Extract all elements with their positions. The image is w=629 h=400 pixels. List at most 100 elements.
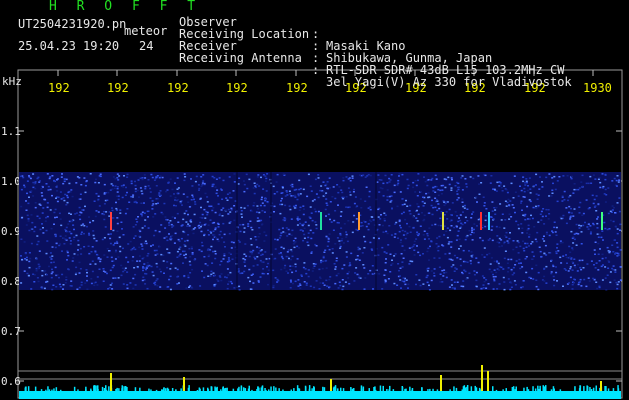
noise-speck bbox=[112, 244, 115, 246]
noise-speck bbox=[73, 228, 75, 231]
noise-speck bbox=[228, 222, 231, 224]
noise-speck bbox=[62, 182, 65, 185]
noise-speck bbox=[109, 242, 112, 245]
noise-speck bbox=[581, 259, 584, 262]
noise-speck bbox=[318, 268, 321, 271]
noise-speck bbox=[358, 259, 361, 261]
noise-speck bbox=[41, 287, 44, 289]
noise-speck bbox=[207, 224, 210, 226]
noise-speck bbox=[452, 264, 455, 266]
noise-speck bbox=[396, 184, 399, 186]
noise-speck bbox=[338, 240, 341, 242]
noise-speck bbox=[347, 187, 350, 189]
noise-speck bbox=[335, 257, 338, 259]
noise-speck bbox=[59, 243, 62, 245]
noise-speck bbox=[408, 247, 411, 249]
noise-speck bbox=[343, 264, 346, 266]
noise-speck bbox=[556, 180, 559, 182]
noise-speck bbox=[499, 182, 502, 184]
noise-speck bbox=[483, 277, 486, 279]
noise-speck bbox=[384, 262, 387, 264]
noise-speck bbox=[498, 226, 501, 229]
noise-speck bbox=[462, 249, 465, 252]
noise-speck bbox=[615, 281, 618, 284]
noise-speck bbox=[30, 190, 33, 192]
noise-speck bbox=[572, 281, 575, 284]
noise-speck bbox=[279, 203, 282, 206]
noise-speck bbox=[303, 233, 306, 236]
noise-speck bbox=[44, 198, 47, 201]
noise-speck bbox=[399, 226, 402, 229]
noise-speck bbox=[138, 260, 141, 262]
noise-speck bbox=[76, 254, 79, 256]
noise-speck bbox=[176, 212, 179, 215]
noise-speck bbox=[397, 263, 400, 265]
noise-speck bbox=[117, 198, 120, 201]
noise-speck bbox=[383, 251, 386, 253]
noise-speck bbox=[587, 223, 590, 225]
noise-speck bbox=[169, 178, 172, 180]
noise-speck bbox=[142, 269, 144, 272]
noise-speck bbox=[609, 271, 612, 273]
level-spike bbox=[360, 385, 363, 391]
noise-speck bbox=[531, 267, 534, 270]
noise-speck bbox=[553, 226, 556, 229]
noise-speck bbox=[325, 183, 328, 185]
noise-speck bbox=[508, 213, 511, 215]
noise-speck bbox=[552, 182, 554, 185]
noise-speck bbox=[49, 188, 52, 191]
noise-speck bbox=[535, 264, 538, 267]
noise-speck bbox=[601, 230, 604, 232]
level-spike bbox=[470, 386, 473, 391]
noise-speck bbox=[331, 248, 334, 250]
noise-speck bbox=[449, 220, 452, 223]
noise-speck bbox=[457, 188, 460, 191]
noise-speck bbox=[222, 207, 225, 209]
noise-speck bbox=[471, 229, 474, 231]
noise-speck bbox=[261, 210, 264, 212]
noise-speck bbox=[345, 236, 348, 238]
noise-speck bbox=[38, 265, 41, 268]
noise-speck bbox=[193, 198, 195, 201]
level-spike bbox=[101, 386, 104, 391]
noise-speck bbox=[616, 287, 619, 290]
noise-speck bbox=[441, 281, 444, 283]
noise-speck bbox=[90, 278, 93, 280]
noise-speck bbox=[65, 204, 68, 206]
noise-speck bbox=[150, 245, 152, 247]
noise-speck bbox=[470, 217, 473, 219]
noise-speck bbox=[204, 217, 207, 219]
noise-speck bbox=[219, 213, 221, 215]
noise-speck bbox=[399, 279, 402, 281]
noise-speck bbox=[616, 202, 619, 204]
noise-speck bbox=[252, 282, 255, 284]
noise-speck bbox=[194, 201, 197, 203]
noise-speck bbox=[54, 266, 57, 269]
noise-speck bbox=[513, 280, 516, 282]
noise-speck bbox=[305, 284, 308, 286]
noise-speck bbox=[614, 239, 616, 241]
noise-speck bbox=[59, 286, 62, 288]
noise-speck bbox=[215, 236, 217, 239]
noise-speck bbox=[400, 253, 403, 255]
noise-speck bbox=[543, 275, 546, 278]
noise-speck bbox=[211, 185, 214, 188]
noise-speck bbox=[334, 282, 337, 285]
noise-speck bbox=[323, 251, 326, 253]
noise-speck bbox=[338, 281, 341, 283]
noise-speck bbox=[140, 213, 143, 215]
noise-speck bbox=[156, 278, 159, 280]
level-spike bbox=[502, 389, 504, 391]
noise-speck bbox=[302, 230, 304, 232]
noise-speck bbox=[32, 173, 35, 175]
noise-speck bbox=[91, 246, 94, 248]
noise-speck bbox=[45, 252, 48, 255]
noise-speck bbox=[618, 179, 621, 181]
noise-speck bbox=[36, 177, 39, 180]
noise-speck bbox=[559, 242, 562, 244]
noise-speck bbox=[63, 199, 66, 202]
noise-speck bbox=[437, 224, 440, 227]
noise-speck bbox=[168, 224, 171, 226]
noise-speck bbox=[48, 177, 51, 180]
level-spike bbox=[462, 386, 465, 391]
